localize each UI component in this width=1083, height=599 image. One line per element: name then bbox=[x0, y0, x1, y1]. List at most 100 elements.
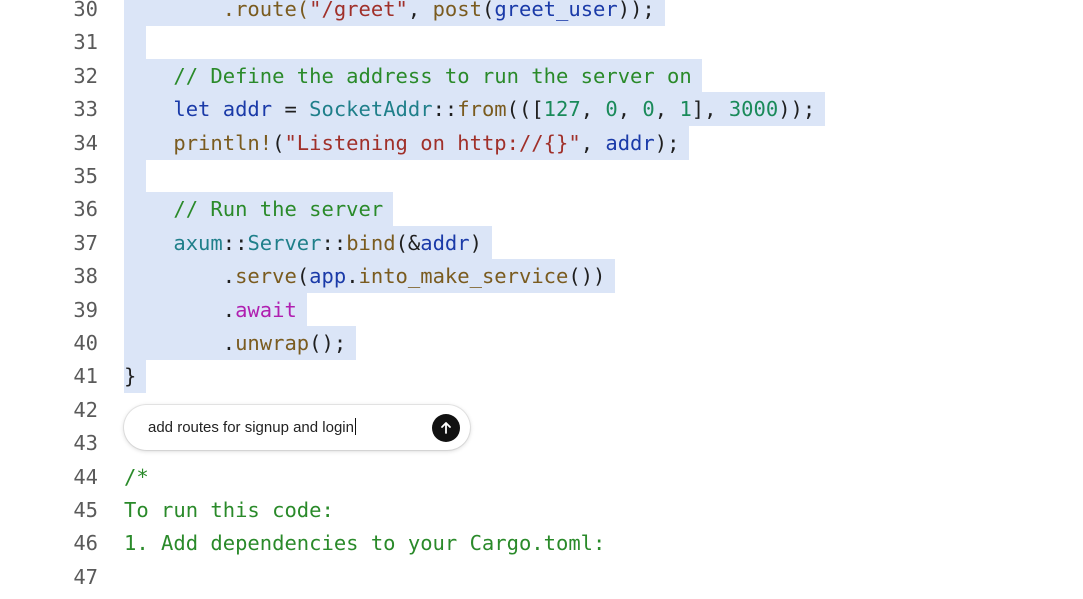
code-token: 1. Add dependencies to your Cargo.toml: bbox=[124, 531, 606, 556]
code-line[interactable]: 47 bbox=[0, 560, 1083, 594]
line-number: 30 bbox=[73, 0, 98, 21]
line-number: 39 bbox=[73, 297, 98, 322]
code-token: , bbox=[580, 130, 606, 155]
code-text bbox=[124, 25, 147, 60]
line-number: 33 bbox=[73, 97, 98, 122]
code-token: // Define the address to run the server … bbox=[173, 63, 692, 88]
code-token: , bbox=[617, 97, 643, 122]
code-token: post bbox=[432, 0, 482, 21]
code-token: axum bbox=[173, 230, 223, 255]
code-token: app bbox=[309, 264, 347, 289]
code-token: addr bbox=[222, 97, 273, 122]
code-token: . bbox=[124, 297, 236, 322]
code-line[interactable]: 32 // Define the address to run the serv… bbox=[0, 58, 1083, 93]
code-token: 1 bbox=[679, 97, 692, 122]
code-line[interactable]: 40 .unwrap(); bbox=[0, 326, 1083, 360]
code-text: To run this code: bbox=[124, 493, 344, 527]
code-line[interactable]: 31 bbox=[0, 25, 1083, 60]
code-line[interactable]: 30 .route("/greet", post(greet_user)); bbox=[0, 0, 1083, 26]
code-text: axum::Server::bind(&addr) bbox=[124, 225, 492, 260]
code-text: // Define the address to run the server … bbox=[124, 58, 702, 93]
code-token: from bbox=[457, 97, 507, 122]
code-token: (([ bbox=[506, 97, 544, 122]
code-token: 0 bbox=[642, 97, 655, 122]
line-number: 38 bbox=[73, 264, 98, 289]
code-token: )); bbox=[617, 0, 655, 21]
code-token: , bbox=[580, 97, 606, 122]
code-token: println! bbox=[173, 130, 273, 155]
line-number: 34 bbox=[73, 130, 98, 155]
code-token: ) bbox=[469, 230, 482, 255]
code-token: ); bbox=[654, 130, 680, 155]
line-number: 42 bbox=[73, 397, 98, 422]
line-number: 43 bbox=[73, 431, 98, 456]
code-token: bind bbox=[346, 230, 396, 255]
line-number: 31 bbox=[73, 30, 98, 55]
code-line[interactable]: 41} bbox=[0, 359, 1083, 394]
code-token: serve bbox=[235, 264, 297, 289]
line-number: 44 bbox=[73, 464, 98, 489]
code-text: let addr = SocketAddr::from(([127, 0, 0,… bbox=[124, 92, 826, 127]
line-number: 46 bbox=[73, 531, 98, 556]
code-token: into_make_service bbox=[358, 264, 569, 289]
code-line[interactable]: 39 .await bbox=[0, 292, 1083, 327]
code-token: :: bbox=[321, 230, 347, 255]
code-token: :: bbox=[432, 97, 458, 122]
code-token: , bbox=[407, 0, 433, 21]
code-token: "Listening on http://{}" bbox=[284, 130, 581, 155]
code-token: ( bbox=[272, 130, 285, 155]
code-line[interactable]: 46 1. Add dependencies to your Cargo.toml… bbox=[0, 526, 1083, 560]
code-line[interactable]: 44 /* bbox=[0, 460, 1083, 494]
inline-prompt-box[interactable]: add routes for signup and login bbox=[124, 405, 470, 450]
arrow-up-icon bbox=[441, 422, 451, 434]
code-token: :: bbox=[222, 230, 248, 255]
code-line[interactable]: 45 To run this code: bbox=[0, 493, 1083, 527]
code-line[interactable]: 33 let addr = SocketAddr::from(([127, 0,… bbox=[0, 92, 1083, 127]
code-text: println!("Listening on http://{}", addr)… bbox=[124, 125, 690, 160]
line-number: 45 bbox=[73, 498, 98, 522]
code-token: Server bbox=[247, 230, 322, 255]
code-line[interactable]: 36 // Run the server bbox=[0, 192, 1083, 227]
code-token: addr bbox=[420, 230, 470, 255]
code-token: ], bbox=[691, 97, 729, 122]
code-text: /* bbox=[124, 460, 159, 494]
send-button[interactable] bbox=[432, 414, 460, 442]
line-number: 35 bbox=[73, 164, 98, 188]
code-token: (); bbox=[309, 331, 347, 355]
code-line[interactable]: 37 axum::Server::bind(&addr) bbox=[0, 225, 1083, 260]
code-text: } bbox=[124, 359, 147, 394]
code-token: = bbox=[272, 97, 310, 122]
code-token: unwrap bbox=[235, 331, 310, 355]
code-line[interactable]: 34 println!("Listening on http://{}", ad… bbox=[0, 125, 1083, 160]
code-token: "/greet" bbox=[309, 0, 408, 21]
prompt-input[interactable]: add routes for signup and login bbox=[148, 405, 356, 450]
code-editor[interactable]: 30 .route("/greet", post(greet_user)); 31… bbox=[0, 0, 1083, 599]
code-text: // Run the server bbox=[124, 192, 394, 227]
code-token: let bbox=[173, 97, 223, 122]
code-text: .route("/greet", post(greet_user)); bbox=[124, 0, 665, 26]
code-token: await bbox=[235, 297, 297, 322]
code-token: . bbox=[124, 331, 236, 355]
code-token: ()) bbox=[568, 264, 606, 289]
code-line[interactable]: 38 .serve(app.into_make_service()) bbox=[0, 259, 1083, 294]
code-token: .route( bbox=[222, 0, 310, 21]
code-token: SocketAddr bbox=[309, 97, 433, 122]
text-caret bbox=[354, 418, 356, 435]
line-number: 37 bbox=[73, 230, 98, 255]
code-text: .await bbox=[124, 292, 307, 327]
code-text bbox=[124, 159, 147, 193]
line-number: 41 bbox=[73, 364, 98, 389]
code-line[interactable]: 35 bbox=[0, 159, 1083, 193]
code-text: .serve(app.into_make_service()) bbox=[124, 259, 616, 294]
code-token: . bbox=[124, 264, 236, 289]
code-token: ( bbox=[296, 264, 310, 289]
code-text: .unwrap(); bbox=[124, 326, 357, 360]
line-number: 40 bbox=[73, 331, 98, 355]
prompt-input-text: add routes for signup and login bbox=[148, 419, 354, 436]
line-number: 36 bbox=[73, 197, 98, 222]
